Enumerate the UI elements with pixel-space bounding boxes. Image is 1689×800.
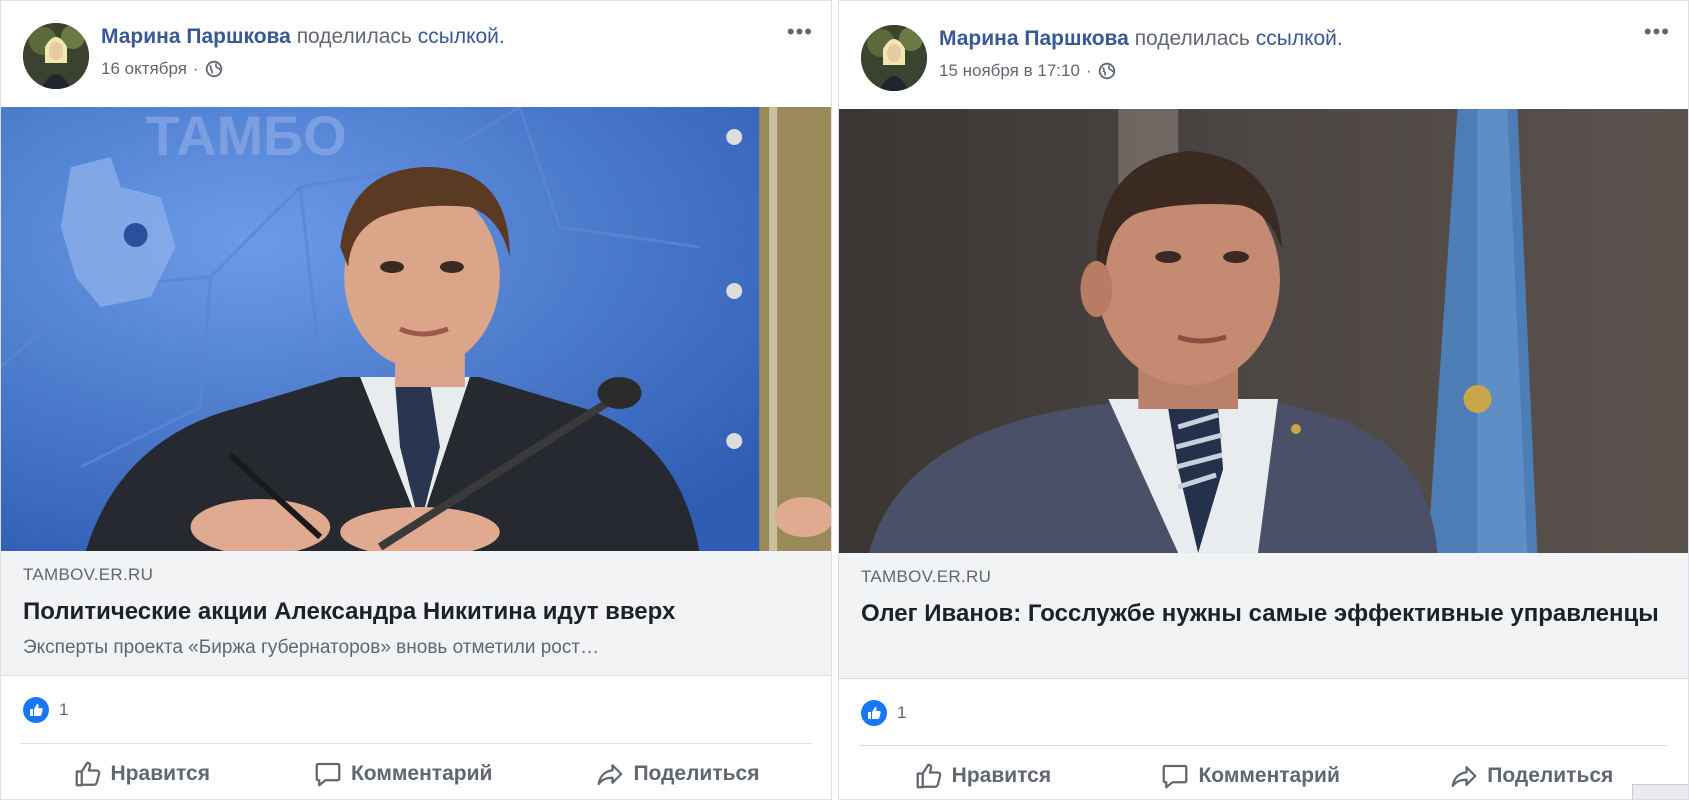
man-at-microphone-photo: ТАМБО [1, 107, 831, 551]
post-meta: 15 ноября в 17:10 · [939, 61, 1116, 81]
share-button[interactable]: Поделиться [595, 759, 759, 789]
thumbs-up-icon [75, 761, 100, 787]
link-word[interactable]: ссылкой. [1256, 27, 1343, 50]
avatar-image [23, 23, 89, 89]
comment-label: Комментарий [1198, 764, 1340, 787]
divider [21, 743, 811, 744]
link-preview[interactable]: TAMBOV.ER.RU Олег Иванов: Госслужбе нужн… [839, 553, 1688, 679]
like-reaction-icon [23, 697, 49, 723]
author-name[interactable]: Марина Паршкова [939, 27, 1129, 50]
like-label: Нравится [951, 764, 1052, 787]
post-header: Марина Паршкова поделилась ссылкой. [939, 27, 1343, 51]
avatar-image [861, 25, 927, 91]
comment-label: Комментарий [350, 762, 493, 785]
comment-icon [315, 762, 341, 787]
globe-icon[interactable] [205, 60, 223, 78]
post-card-2: Марина Паршкова поделилась ссылкой. 15 н… [838, 0, 1689, 800]
post-actions: Нравится Комментарий Поделиться [21, 759, 811, 789]
share-arrow-icon [598, 764, 623, 786]
meta-separator: · [192, 59, 199, 78]
avatar[interactable] [23, 23, 89, 89]
more-options-icon[interactable]: ••• [787, 21, 813, 43]
post-image[interactable] [839, 109, 1688, 553]
scroll-corner [1632, 784, 1688, 799]
globe-icon[interactable] [1098, 62, 1116, 80]
more-options-icon[interactable]: ••• [1644, 21, 1670, 43]
post-header: Марина Паршкова поделилась ссылкой. [101, 25, 505, 49]
man-in-suit-photo [839, 109, 1688, 553]
link-description: Эксперты проекта «Биржа губернаторов» вн… [23, 637, 600, 658]
link-domain: TAMBOV.ER.RU [23, 565, 154, 584]
meta-separator: · [1085, 61, 1092, 80]
link-title[interactable]: Олег Иванов: Госслужбе нужны самые эффек… [861, 597, 1668, 631]
author-name[interactable]: Марина Паршкова [101, 25, 291, 48]
divider [859, 745, 1668, 746]
share-arrow-icon [1451, 766, 1477, 788]
post-image[interactable]: ТАМБО [1, 107, 831, 551]
share-label: Поделиться [633, 762, 760, 785]
like-reaction-icon [861, 700, 887, 726]
like-label: Нравится [110, 762, 210, 785]
post-card-1: Марина Паршкова поделилась ссылкой. 16 о… [0, 0, 832, 800]
reaction-count: 1 [897, 703, 907, 722]
link-title[interactable]: Политические акции Александра Никитина и… [23, 595, 811, 629]
share-action-text: поделилась [296, 25, 412, 48]
avatar[interactable] [861, 25, 927, 91]
comment-icon [1163, 764, 1188, 789]
share-button[interactable]: Поделиться [1449, 761, 1613, 791]
reactions-summary[interactable]: 1 [23, 697, 68, 723]
post-date[interactable]: 15 ноября в 17:10 [939, 61, 1080, 81]
like-button[interactable]: Нравится [914, 761, 1051, 791]
comment-button[interactable]: Комментарий [313, 759, 492, 789]
link-word[interactable]: ссылкой. [418, 25, 505, 48]
share-action-text: поделилась [1134, 27, 1250, 50]
post-date[interactable]: 16 октября [101, 59, 187, 79]
post-meta: 16 октября · [101, 59, 223, 79]
like-button[interactable]: Нравится [73, 759, 210, 789]
link-domain: TAMBOV.ER.RU [861, 567, 992, 586]
thumbs-up-icon [916, 763, 941, 789]
comment-button[interactable]: Комментарий [1160, 761, 1340, 791]
reaction-count: 1 [59, 700, 69, 719]
backdrop-text: ТАМБО [146, 107, 347, 167]
post-actions: Нравится Комментарий Поделиться [859, 761, 1668, 791]
share-label: Поделиться [1487, 764, 1614, 787]
reactions-summary[interactable]: 1 [861, 700, 906, 726]
link-preview[interactable]: TAMBOV.ER.RU Политические акции Александ… [1, 551, 831, 676]
